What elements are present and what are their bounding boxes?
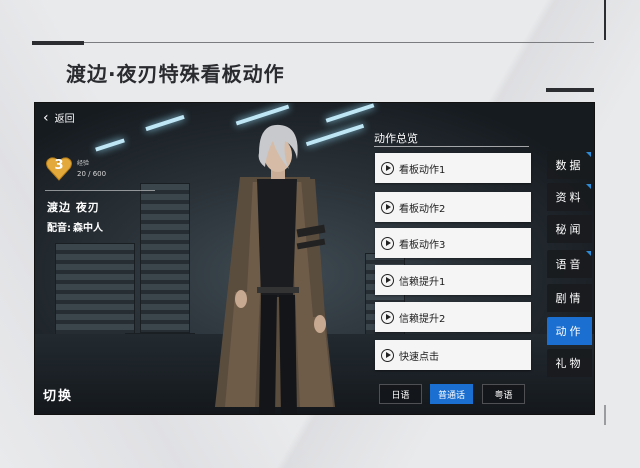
- action-item[interactable]: 快速点击: [375, 340, 531, 370]
- switch-button[interactable]: 切换: [43, 385, 73, 404]
- action-label: 看板动作3: [399, 239, 446, 251]
- action-label: 看板动作2: [399, 203, 446, 215]
- back-button[interactable]: ‹ 返回: [43, 109, 75, 126]
- chevron-left-icon: ‹: [43, 109, 49, 126]
- tab-label: 数据: [555, 159, 584, 172]
- right-vline-bottom: [604, 405, 606, 425]
- tab-label: 礼物: [555, 357, 584, 370]
- tab-data[interactable]: 数据: [547, 151, 592, 179]
- action-item[interactable]: 信赖提升2: [375, 302, 531, 332]
- character-illustration[interactable]: [185, 117, 365, 415]
- tab-actions[interactable]: 动作: [547, 317, 592, 345]
- action-item[interactable]: 看板动作3: [375, 228, 531, 258]
- action-label: 看板动作1: [399, 164, 446, 176]
- game-screenshot: ‹ 返回 3 经验 20 / 600 渡边 夜刃 配音: 森中人 切换 动作总览…: [34, 102, 595, 415]
- language-mandarin-button[interactable]: 普通话: [430, 384, 473, 404]
- action-label: 信赖提升1: [399, 276, 446, 288]
- language-japanese-button[interactable]: 日语: [379, 384, 422, 404]
- tab-gift[interactable]: 礼物: [547, 349, 592, 377]
- play-icon: [381, 310, 394, 324]
- server-rack: [140, 183, 190, 333]
- server-rack: [55, 243, 135, 343]
- actions-title: 动作总览: [374, 132, 418, 145]
- tab-corner-marker: [586, 251, 591, 256]
- language-cantonese-button[interactable]: 粤语: [482, 384, 525, 404]
- tab-profile[interactable]: 资料: [547, 183, 592, 211]
- play-icon: [381, 236, 394, 250]
- language-label: 普通话: [437, 390, 465, 401]
- level-badge: 3: [45, 155, 73, 183]
- tab-label: 剧情: [555, 292, 584, 305]
- voice-actor-line: 配音: 森中人: [47, 219, 103, 234]
- actions-title-divider: [374, 146, 529, 147]
- tab-label: 秘闻: [555, 223, 584, 236]
- tab-voice[interactable]: 语音: [547, 250, 592, 278]
- right-vline: [604, 0, 606, 40]
- play-icon: [381, 273, 394, 287]
- top-deco-bar: [32, 41, 84, 45]
- top-deco-line: [32, 42, 594, 43]
- action-item[interactable]: 看板动作1: [375, 153, 531, 183]
- exp-label: 经验: [77, 160, 90, 167]
- page-title: 渡边·夜刃特殊看板动作: [66, 62, 285, 86]
- tab-corner-marker: [586, 184, 591, 189]
- language-label: 粤语: [494, 390, 513, 401]
- tab-label: 资料: [555, 191, 584, 204]
- tab-corner-marker: [586, 152, 591, 157]
- tab-story[interactable]: 剧情: [547, 284, 592, 312]
- voice-actor-name: 森中人: [73, 223, 103, 234]
- voice-actor-label: 配音:: [47, 223, 71, 234]
- action-item[interactable]: 信赖提升1: [375, 265, 531, 295]
- character-name: 渡边 夜刃: [47, 201, 100, 214]
- right-deco-bar: [546, 88, 594, 92]
- action-item[interactable]: 看板动作2: [375, 192, 531, 222]
- exp-value: 20 / 600: [77, 170, 107, 178]
- level-number: 3: [54, 158, 64, 173]
- action-label: 快速点击: [399, 351, 439, 363]
- info-divider: [45, 190, 155, 191]
- action-label: 信赖提升2: [399, 313, 446, 325]
- language-label: 日语: [391, 390, 410, 401]
- tab-secrets[interactable]: 秘闻: [547, 215, 592, 243]
- tab-label: 语音: [555, 258, 584, 271]
- tab-label: 动作: [555, 325, 584, 338]
- back-label: 返回: [54, 114, 75, 125]
- play-icon: [381, 161, 394, 175]
- play-icon: [381, 348, 394, 362]
- play-icon: [381, 200, 394, 214]
